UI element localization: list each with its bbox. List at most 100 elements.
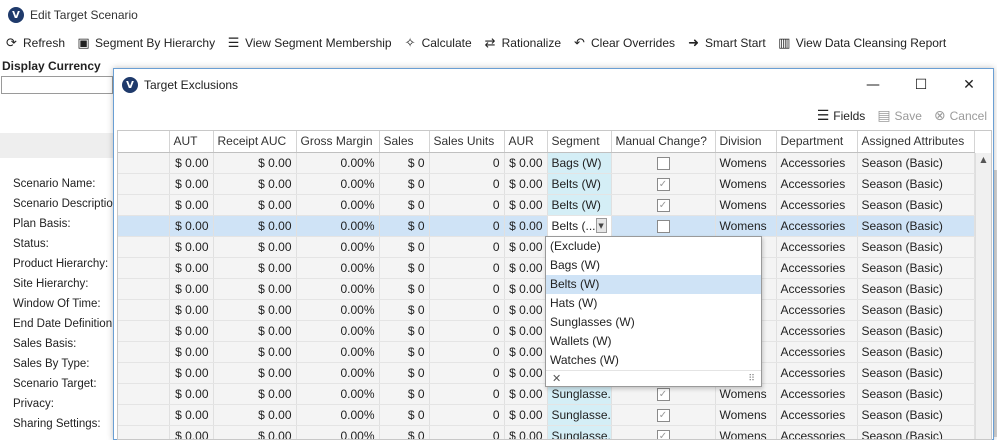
column-header[interactable]: Manual Change? — [611, 131, 715, 152]
fields-button[interactable]: ☰ Fields — [817, 108, 866, 124]
checkbox-checked[interactable]: ✓ — [657, 388, 670, 401]
table-row[interactable]: $ 0.00$ 0.000.00%$ 00$ 0.00Belts (W)✓Wom… — [118, 194, 974, 215]
table-row[interactable]: $ 0.00$ 0.000.00%$ 00$ 0.00Sunglasse...✓… — [118, 425, 974, 440]
row-selector-cell[interactable] — [118, 341, 169, 362]
dropdown-option[interactable]: Wallets (W) — [546, 332, 761, 351]
row-selector-cell[interactable] — [118, 299, 169, 320]
department-cell: Accessories — [776, 215, 857, 236]
cancel-label: Cancel — [950, 109, 987, 123]
row-selector-cell[interactable] — [118, 152, 169, 173]
auc-cell: $ 0.00 — [213, 194, 296, 215]
row-selector-cell[interactable] — [118, 194, 169, 215]
close-icon[interactable]: ✕ — [945, 69, 993, 101]
grid-vertical-scrollbar[interactable]: ▲ — [975, 153, 991, 440]
table-row[interactable]: $ 0.00$ 0.000.00%$ 00$ 0.00Belts (W)✓Wom… — [118, 173, 974, 194]
manual-change-cell[interactable]: ✓ — [611, 173, 715, 194]
row-selector-cell[interactable] — [118, 278, 169, 299]
row-selector-cell[interactable] — [118, 215, 169, 236]
row-selector-cell[interactable] — [118, 320, 169, 341]
field-label: Site Hierarchy: — [13, 274, 122, 294]
dropdown-option[interactable]: (Exclude) — [546, 237, 761, 256]
clear-overrides-button[interactable]: ↶Clear Overrides — [572, 36, 675, 51]
row-selector-cell[interactable] — [118, 173, 169, 194]
dropdown-option[interactable]: Bags (W) — [546, 256, 761, 275]
display-currency-input[interactable] — [1, 76, 113, 94]
dropdown-option[interactable]: Watches (W) — [546, 351, 761, 370]
sales-cell: $ 0 — [379, 215, 429, 236]
segment-cell[interactable]: Bags (W) — [547, 152, 611, 173]
aut-cell: $ 0.00 — [169, 194, 213, 215]
row-selector-cell[interactable] — [118, 404, 169, 425]
row-selector-cell[interactable] — [118, 383, 169, 404]
checkbox-checked[interactable]: ✓ — [657, 430, 670, 440]
field-label: Sales Basis: — [13, 334, 122, 354]
column-header[interactable]: AUT — [169, 131, 213, 152]
maximize-icon[interactable]: ☐ — [897, 69, 945, 101]
column-header[interactable]: Sales Units — [429, 131, 504, 152]
manual-change-cell[interactable]: ✓ — [611, 404, 715, 425]
view-data-cleansing-report-button[interactable]: ▥View Data Cleansing Report — [777, 36, 947, 51]
column-header[interactable]: Receipt AUC — [213, 131, 296, 152]
dropdown-option[interactable]: Belts (W) — [546, 275, 761, 294]
rationalize-button[interactable]: ⇄Rationalize — [483, 36, 561, 51]
clear-icon[interactable]: ✕ — [552, 372, 561, 385]
column-header[interactable] — [118, 131, 169, 152]
table-row[interactable]: $ 0.00$ 0.000.00%$ 00$ 0.00Bags (W)Women… — [118, 152, 974, 173]
row-selector-cell[interactable] — [118, 425, 169, 440]
column-header[interactable]: AUR — [504, 131, 547, 152]
scroll-up-icon[interactable]: ▲ — [976, 153, 991, 167]
gm-cell: 0.00% — [296, 425, 379, 440]
attributes-cell: Season (Basic) — [857, 383, 974, 404]
minimize-icon[interactable]: — — [849, 69, 897, 101]
column-header[interactable]: Department — [776, 131, 857, 152]
field-label: Scenario Name: — [13, 174, 122, 194]
department-cell: Accessories — [776, 299, 857, 320]
manual-change-cell[interactable]: ✓ — [611, 194, 715, 215]
segment-dropdown-list: (Exclude)Bags (W)Belts (W)Hats (W)Sungla… — [545, 236, 762, 387]
view-segment-membership-button[interactable]: ☰View Segment Membership — [226, 36, 392, 51]
column-header[interactable]: Segment — [547, 131, 611, 152]
refresh-button[interactable]: ⟳Refresh — [4, 36, 65, 51]
segment-editor[interactable]: Belts (...▼ — [552, 218, 607, 233]
cancel-button[interactable]: ⊗ Cancel — [934, 108, 987, 124]
column-header[interactable]: Sales — [379, 131, 429, 152]
column-header[interactable]: Assigned Attributes — [857, 131, 974, 152]
checkbox-checked[interactable]: ✓ — [657, 199, 670, 212]
save-button[interactable]: ▤ Save — [877, 108, 922, 124]
dropdown-arrow-icon[interactable]: ▼ — [596, 218, 607, 233]
field-label: Plan Basis: — [13, 214, 122, 234]
row-selector-cell[interactable] — [118, 236, 169, 257]
field-label: Scenario Target: — [13, 374, 122, 394]
sales-cell: $ 0 — [379, 257, 429, 278]
manual-change-cell[interactable] — [611, 215, 715, 236]
table-row[interactable]: $ 0.00$ 0.000.00%$ 00$ 0.00Sunglasse...✓… — [118, 404, 974, 425]
segment-cell[interactable]: Sunglasse... — [547, 404, 611, 425]
division-cell: Womens — [715, 425, 776, 440]
checkbox-unchecked[interactable] — [657, 220, 670, 233]
checkbox-checked[interactable]: ✓ — [657, 409, 670, 422]
aut-cell: $ 0.00 — [169, 320, 213, 341]
dialog-title: Target Exclusions — [144, 78, 238, 92]
attributes-cell: Season (Basic) — [857, 425, 974, 440]
dropdown-option[interactable]: Hats (W) — [546, 294, 761, 313]
table-row[interactable]: $ 0.00$ 0.000.00%$ 00$ 0.00Belts (...▼Wo… — [118, 215, 974, 236]
segment-cell[interactable]: Belts (...▼ — [547, 215, 611, 236]
row-selector-cell[interactable] — [118, 362, 169, 383]
segment-cell[interactable]: Sunglasse... — [547, 425, 611, 440]
calculate-button[interactable]: ✧Calculate — [403, 36, 472, 51]
column-header[interactable]: Division — [715, 131, 776, 152]
segment-cell[interactable]: Belts (W) — [547, 173, 611, 194]
row-selector-cell[interactable] — [118, 257, 169, 278]
resize-grip-icon[interactable]: ⠿ — [748, 374, 755, 384]
column-header[interactable]: Gross Margin — [296, 131, 379, 152]
segment-cell[interactable]: Belts (W) — [547, 194, 611, 215]
manual-change-cell[interactable]: ✓ — [611, 425, 715, 440]
manual-change-cell[interactable] — [611, 152, 715, 173]
checkbox-unchecked[interactable] — [657, 157, 670, 170]
segment-hierarchy-icon: ▣ — [76, 36, 91, 51]
smart-start-button[interactable]: ➜Smart Start — [686, 36, 766, 51]
segment-by-hierarchy-button[interactable]: ▣Segment By Hierarchy — [76, 36, 215, 51]
checkbox-checked[interactable]: ✓ — [657, 178, 670, 191]
aur-cell: $ 0.00 — [504, 257, 547, 278]
dropdown-option[interactable]: Sunglasses (W) — [546, 313, 761, 332]
